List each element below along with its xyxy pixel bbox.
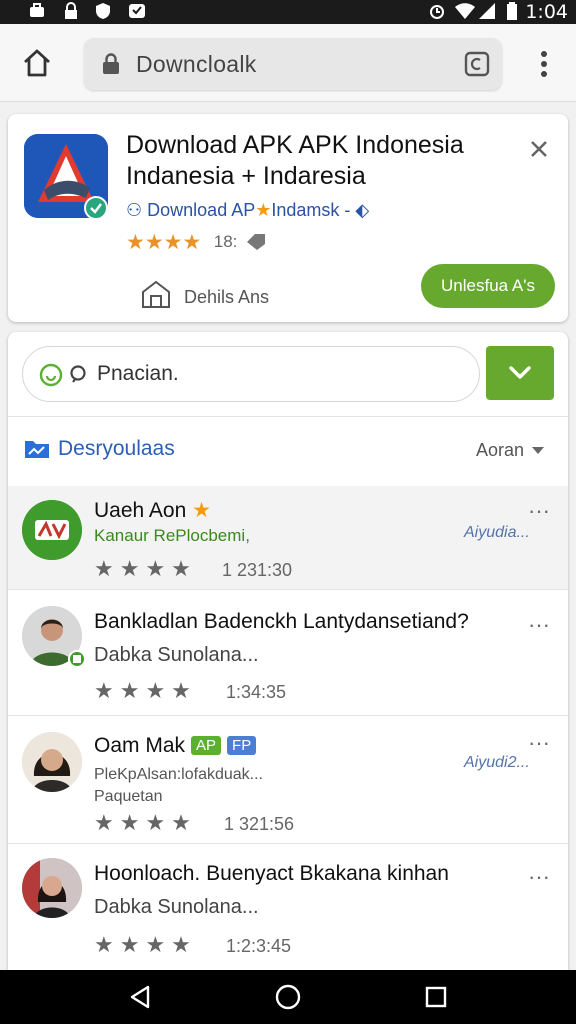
back-icon[interactable] — [126, 983, 154, 1011]
list-item[interactable]: Hoonloach. Buenyact Bkakana kinhan Dabka… — [8, 844, 568, 972]
chevron-down-icon — [509, 366, 531, 379]
lock-icon — [103, 53, 119, 74]
developer-name: Download AP — [147, 200, 256, 220]
alarm-icon — [430, 5, 444, 19]
address-bar[interactable]: Downcloalk — [84, 38, 502, 90]
tag-icon — [246, 234, 265, 250]
battery-icon — [507, 2, 517, 20]
section-title[interactable]: Desryoulaas — [24, 436, 175, 461]
smile-icon — [39, 363, 63, 387]
item-title-text: Oam Mak — [94, 734, 186, 757]
rating-stars: ★★★★ — [126, 231, 202, 254]
recents-icon[interactable] — [422, 983, 450, 1011]
verified-badge-icon — [68, 650, 86, 668]
caret-down-icon — [532, 447, 545, 454]
briefcase-icon — [30, 3, 44, 17]
search-box[interactable] — [22, 346, 480, 402]
status-time: 1:04 — [525, 1, 568, 23]
developer-badge-icon: ⬖ — [355, 200, 370, 220]
verified-badge-icon — [84, 196, 108, 220]
item-title: Uaeh Aon ★ — [94, 498, 211, 523]
status-bar: 1:04 — [0, 0, 576, 24]
notification-icon — [129, 4, 145, 18]
list-item[interactable]: Bankladlan Badenckh Lantydansetiand? Dab… — [8, 590, 568, 716]
app-badge: AP — [191, 736, 222, 755]
search-icon — [70, 365, 86, 383]
navigation-bar — [0, 970, 576, 1024]
rating-count: 18: — [213, 232, 238, 251]
reply-link[interactable]: Aiyudi2... — [464, 754, 530, 772]
user-photo-icon — [22, 858, 82, 918]
details-label: Dehils Ans — [184, 287, 270, 307]
item-subtitle-2: Paquetan — [94, 788, 163, 805]
item-time: 1 231:30 — [222, 560, 293, 580]
signal-icon — [479, 3, 495, 19]
item-subtitle: Kanaur RePlocbemi, — [94, 526, 250, 545]
url-text[interactable]: Downcloalk — [136, 51, 257, 78]
store-icon — [142, 280, 170, 308]
divider — [8, 416, 568, 417]
reply-link[interactable]: Aiyudia... — [464, 524, 530, 542]
item-subtitle: Dabka Sunolana... — [94, 644, 259, 666]
sort-label: Aoran — [476, 440, 525, 460]
search-input[interactable] — [97, 362, 457, 386]
item-time: 1:34:35 — [226, 682, 287, 702]
item-title: Hoonloach. Buenyact Bkakana kinhan — [94, 862, 449, 885]
fp-badge: FP — [227, 736, 257, 755]
shield-icon — [96, 3, 110, 19]
developer-star-icon: ★ — [255, 200, 272, 220]
item-title: Bankladlan Badenckh Lantydansetiand? — [94, 610, 469, 633]
item-stars: ★★★★ — [94, 678, 197, 703]
item-time: 1:2:3:45 — [226, 936, 292, 956]
home-nav-icon[interactable] — [274, 983, 302, 1011]
avatar — [22, 858, 82, 918]
item-subtitle: PleKpAlsan:lofakduak... — [94, 766, 263, 783]
avatar — [22, 732, 82, 792]
item-title: Oam Mak AP FP — [94, 734, 257, 758]
more-vert-icon[interactable] — [532, 48, 556, 80]
developer-globe-icon: ⚇ — [126, 200, 143, 220]
user-photo-icon — [22, 732, 82, 792]
developer-suffix: Indamsk - — [271, 200, 356, 220]
item-stars: ★★★★ — [94, 556, 197, 581]
install-button[interactable]: Unlesfua A's — [421, 264, 555, 308]
list-item[interactable]: Uaeh Aon ★ Kanaur RePlocbemi, Aiyudia...… — [8, 486, 568, 590]
filter-dropdown-button[interactable] — [486, 346, 554, 400]
item-stars: ★★★★ — [94, 932, 197, 957]
browser-toolbar: Downcloalk — [0, 24, 576, 102]
more-options-icon[interactable]: ··· — [528, 500, 550, 522]
item-time: 1 321:56 — [224, 814, 295, 834]
close-icon[interactable] — [526, 136, 552, 162]
avatar — [22, 500, 82, 560]
rating-row: ★★★★ 18: — [126, 230, 266, 254]
item-stars: ★★★★ — [94, 810, 197, 835]
folder-icon — [25, 441, 49, 458]
home-icon[interactable] — [20, 46, 54, 80]
developer-row[interactable]: ⚇ Download AP★Indamsk - ⬖ — [126, 200, 369, 221]
list-item[interactable]: Oam Mak AP FP PleKpAlsan:lofakduak... Paqu… — [8, 716, 568, 844]
lock-icon — [65, 2, 77, 19]
section-title-text: Desryoulaas — [58, 437, 175, 460]
app-install-banner: Download APK APK Indonesia Indanesia + I… — [8, 114, 568, 322]
item-subtitle: Dabka Sunolana... — [94, 896, 259, 918]
wifi-icon — [455, 3, 475, 19]
star-icon: ★ — [192, 499, 211, 522]
more-options-icon[interactable]: ··· — [528, 732, 550, 754]
tab-switcher-icon[interactable] — [464, 51, 490, 77]
more-options-icon[interactable]: ··· — [528, 866, 550, 888]
details-link[interactable]: Dehils Ans — [140, 278, 269, 310]
sort-dropdown[interactable]: Aoran — [476, 440, 545, 461]
more-options-icon[interactable]: ··· — [528, 614, 550, 636]
app-title: Download APK APK Indonesia Indanesia + I… — [126, 131, 464, 190]
app-logo-icon — [22, 500, 82, 560]
item-title-text: Uaeh Aon — [94, 499, 187, 522]
reviews-card: Desryoulaas Aoran Uaeh Aon ★ Kanaur RePl… — [8, 332, 568, 972]
